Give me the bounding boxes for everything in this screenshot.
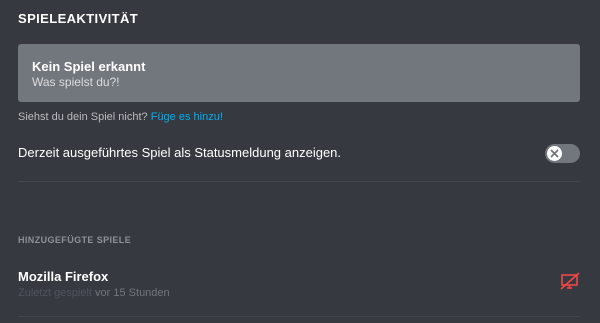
overlay-toggle-button[interactable] — [559, 271, 581, 291]
overlay-disabled-icon — [560, 272, 580, 290]
game-played-time: vor 15 Stunden — [95, 287, 170, 299]
toggle-knob — [547, 146, 562, 161]
status-toggle[interactable] — [545, 144, 580, 163]
detected-game-title: Kein Spiel erkannt — [32, 59, 146, 74]
game-name: Mozilla Firefox — [18, 269, 109, 284]
added-games-title: HINZUGEFÜGTE SPIELE — [18, 235, 132, 245]
divider — [18, 316, 580, 317]
game-last-played: Zuletzt gespielt vor 15 Stunden — [18, 287, 170, 299]
detected-game-box: Kein Spiel erkannt Was spielst du?! — [18, 44, 580, 102]
game-activity-settings: SPIELEAKTIVITÄT Kein Spiel erkannt Was s… — [0, 0, 600, 323]
divider — [18, 181, 580, 182]
add-game-hint-text: Siehst du dein Spiel nicht? — [18, 111, 148, 123]
section-title: SPIELEAKTIVITÄT — [18, 11, 139, 26]
detected-game-subtitle: Was spielst du?! — [32, 75, 120, 89]
add-game-hint: Siehst du dein Spiel nicht? Füge es hinz… — [18, 111, 223, 123]
close-icon — [550, 149, 559, 158]
add-game-link[interactable]: Füge es hinzu! — [151, 111, 223, 123]
status-setting-label: Derzeit ausgeführtes Spiel als Statusmel… — [18, 145, 342, 160]
game-played-prefix: Zuletzt gespielt — [18, 287, 92, 299]
